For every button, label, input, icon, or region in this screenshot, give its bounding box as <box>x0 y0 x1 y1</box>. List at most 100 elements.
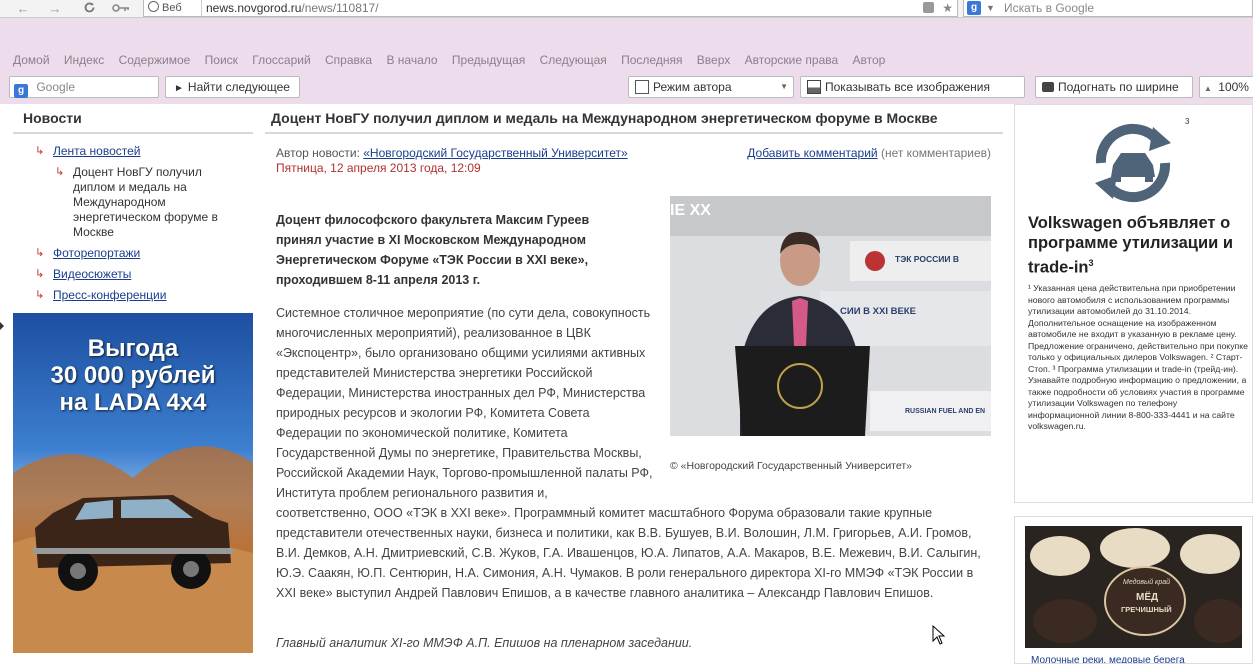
show-images-button[interactable]: Показывать все изображения <box>800 76 1025 98</box>
nav-last[interactable]: Последняя <box>621 53 682 67</box>
nav-glossary[interactable]: Глоссарий <box>252 53 310 67</box>
sidebar-item-press-conferences[interactable]: ↳ Пресс-конференции <box>35 288 235 303</box>
zoom-up-icon: ▲ <box>1204 84 1212 93</box>
arrow-icon: ↳ <box>35 247 45 259</box>
google-icon: g <box>14 84 28 98</box>
photo-banner-3: RUSSIAN FUEL AND EN <box>905 408 986 415</box>
nav-up[interactable]: Вверх <box>697 53 730 67</box>
nav-search[interactable]: Поиск <box>205 53 238 67</box>
sidebar-item-label[interactable]: Пресс-конференции <box>53 288 166 302</box>
comments-line: Добавить комментарий (нет комментариев) <box>747 146 991 160</box>
globe-icon <box>148 1 159 12</box>
google-search-field[interactable]: g Google <box>9 76 159 98</box>
nav-index[interactable]: Индекс <box>64 53 104 67</box>
nav-help[interactable]: Справка <box>325 53 372 67</box>
ad-title-sup: 3 <box>1088 258 1094 268</box>
article-author-line: Автор новости: «Новгородский Государстве… <box>276 146 628 160</box>
arrow-icon: ↳ <box>55 166 65 178</box>
add-comment-link[interactable]: Добавить комментарий <box>747 146 877 160</box>
icon-superscript: 3 <box>1185 117 1190 126</box>
article-lead: Доцент философского факультета Максим Гу… <box>276 213 590 287</box>
forward-icon[interactable]: → <box>46 1 64 17</box>
nav-author[interactable]: Автор <box>853 53 886 67</box>
browser-toolbar: ← → Веб news.novgorod.ru/news/110817/ ★ … <box>0 0 1253 18</box>
speaker-photo <box>670 196 991 436</box>
italic-caption: Главный аналитик XI-го ММЭФ А.П. Епишов … <box>276 636 693 650</box>
double-arrow-icon: ► <box>174 83 184 94</box>
fit-width-label: Подогнать по ширине <box>1058 80 1179 94</box>
google-icon: g <box>967 1 981 15</box>
comment-count: (нет комментариев) <box>880 146 991 160</box>
url-path: /news/110817/ <box>301 1 379 15</box>
site-nav: Домой Индекс Содержимое Поиск Глоссарий … <box>13 53 896 67</box>
address-bar-icons: ★ <box>923 0 953 16</box>
sidebar-item-news-feed[interactable]: ↳ Лента новостей <box>35 144 235 159</box>
photo-top-text: IE XX <box>670 202 711 219</box>
divider <box>265 132 1003 134</box>
web-search-tab[interactable]: Веб <box>144 0 202 16</box>
reload-icon[interactable] <box>80 1 98 17</box>
nav-top[interactable]: В начало <box>386 53 437 67</box>
chevron-down-icon: ▼ <box>780 82 788 91</box>
article-date: Пятница, 12 апреля 2013 года, 12:09 <box>276 161 481 175</box>
sidebar-item-photo-reports[interactable]: ↳ Фоторепортажи <box>35 246 235 261</box>
suv-illustration <box>13 446 253 653</box>
scroll-marker-icon <box>0 322 4 330</box>
search-input[interactable]: Искать в Google <box>1004 0 1094 16</box>
ad-title: Volkswagen объявляет о программе утилиза… <box>1028 213 1252 278</box>
nav-contents[interactable]: Содержимое <box>119 53 191 67</box>
image-icon <box>807 80 821 94</box>
article-title: Доцент НовГУ получил диплом и медаль на … <box>271 110 938 126</box>
rss-icon[interactable] <box>923 2 935 13</box>
sidebar-item-label[interactable]: Фоторепортажи <box>53 246 140 260</box>
ad-fine-print: ¹ Указанная цена действительна при приоб… <box>1028 283 1248 431</box>
zoom-value: 100% <box>1218 80 1249 94</box>
url-text[interactable]: news.novgorod.ru/news/110817/ <box>206 0 379 16</box>
sidebar-item-current-article[interactable]: ↳ Доцент НовГУ получил диплом и медаль н… <box>55 165 225 240</box>
jar-label-2: МЁД <box>1136 592 1159 603</box>
back-icon[interactable]: ← <box>14 1 32 17</box>
divider <box>13 132 253 134</box>
zoom-control[interactable]: ▲ 100% <box>1199 76 1253 98</box>
sidebar-item-videos[interactable]: ↳ Видеосюжеты <box>35 267 235 282</box>
photo-caption: © «Новгородский Государственный Универси… <box>670 460 913 472</box>
find-next-button[interactable]: ► Найти следующее <box>165 76 300 98</box>
jar-label-1: Медовый край <box>1123 579 1171 586</box>
nav-next[interactable]: Следующая <box>540 53 607 67</box>
volkswagen-ad[interactable]: 3 Volkswagen объявляет о программе утили… <box>1014 104 1253 503</box>
sidebar: Новости ↳ Лента новостей ↳ Доцент НовГУ … <box>13 104 253 314</box>
honey-ad-link[interactable]: Молочные реки, медовые берега <box>1031 655 1185 663</box>
sidebar-item-label[interactable]: Лента новостей <box>53 144 141 158</box>
star-icon[interactable]: ★ <box>942 1 953 15</box>
sidebar-item-label[interactable]: Видеосюжеты <box>53 267 131 281</box>
fit-width-button[interactable]: Подогнать по ширине <box>1035 76 1193 98</box>
honey-ad[interactable]: Медовый край МЁД ГРЕЧИШНЫЙ Молочные реки… <box>1014 516 1253 664</box>
article-photo[interactable]: IE XX ТЭК РОССИИ В СИИ В XXI ВЕКЕ RUSSIA… <box>670 196 991 436</box>
jar-label-3: ГРЕЧИШНЫЙ <box>1121 605 1172 614</box>
url-host: news.novgorod.ru <box>206 1 302 15</box>
nav-home[interactable]: Домой <box>13 53 50 67</box>
author-mode-select[interactable]: Режим автора ▼ <box>628 76 794 98</box>
nav-previous[interactable]: Предыдущая <box>452 53 525 67</box>
search-bar[interactable]: g ▼ Искать в Google <box>963 0 1253 17</box>
mouse-cursor-icon <box>932 625 946 645</box>
addon-toolbar: g Google ► Найти следующее Режим автора ▼… <box>0 74 1253 102</box>
sidebar-item-label: Доцент НовГУ получил диплом и медаль на … <box>73 165 218 239</box>
address-bar[interactable]: Веб news.novgorod.ru/news/110817/ ★ <box>143 0 958 17</box>
arrow-icon: ↳ <box>35 268 45 280</box>
chevron-down-icon[interactable]: ▼ <box>986 0 995 16</box>
nav-copyright[interactable]: Авторские права <box>745 53 839 67</box>
page-icon <box>635 80 649 94</box>
key-icon[interactable] <box>110 1 132 17</box>
author-link[interactable]: «Новгородский Государственный Университе… <box>363 146 627 160</box>
article-body-part1: Системное столичное мероприятие (по сути… <box>276 306 653 500</box>
article-body-part2: соответственно, ООО «ТЭК в XXI веке». Пр… <box>276 506 981 600</box>
honey-jars-photo <box>1025 526 1242 648</box>
lada-ad-banner[interactable]: Выгода 30 000 рублей на LADA 4x4 <box>13 313 253 653</box>
ad-title-text: Volkswagen объявляет о программе утилиза… <box>1028 214 1233 277</box>
author-label: Автор новости: <box>276 146 360 160</box>
photo-banner-2: СИИ В XXI ВЕКЕ <box>840 306 916 317</box>
sidebar-title: Новости <box>23 110 82 126</box>
find-next-label: Найти следующее <box>187 80 290 94</box>
web-tab-label: Веб <box>162 2 182 14</box>
